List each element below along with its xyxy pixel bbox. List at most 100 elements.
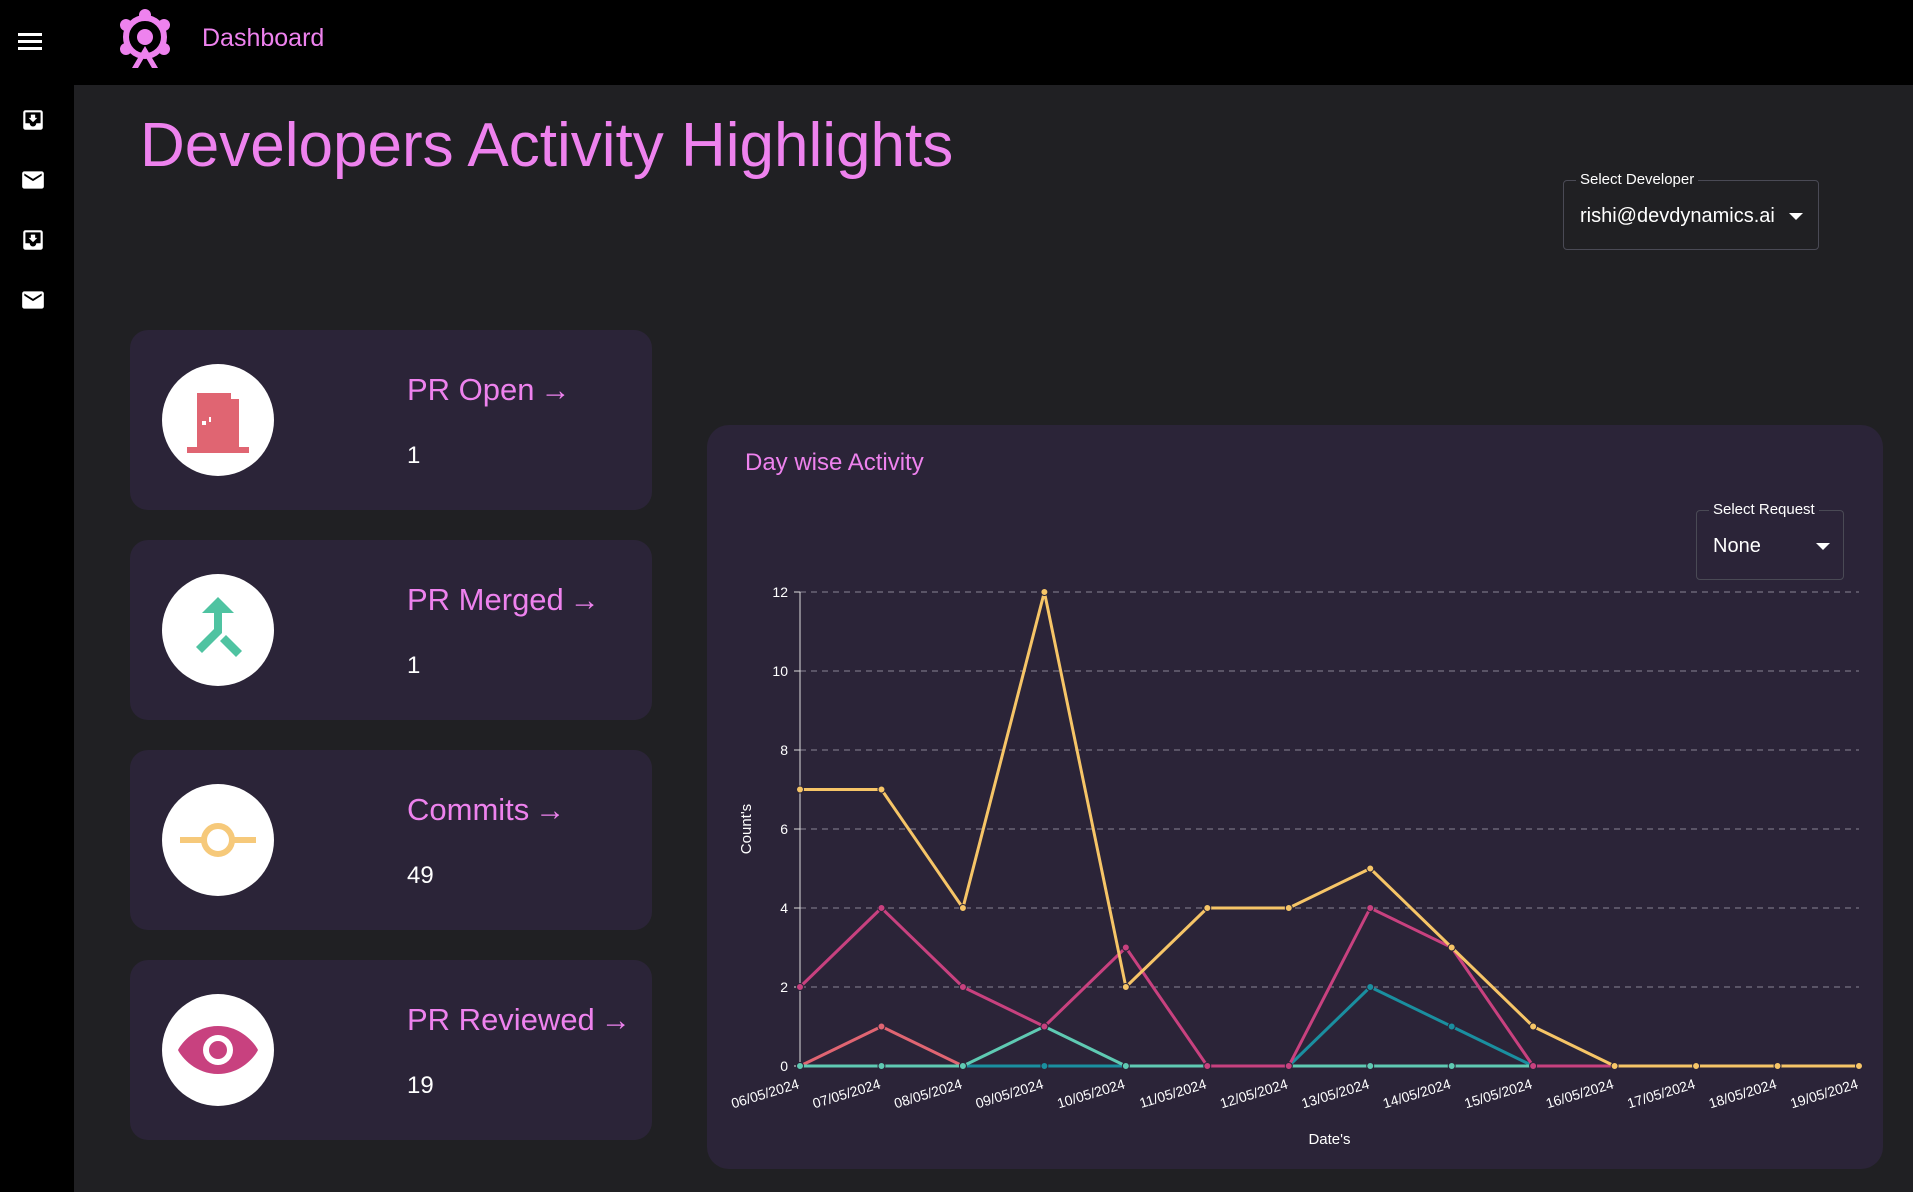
y-tick-label: 8 xyxy=(780,742,788,758)
data-point xyxy=(958,1062,967,1070)
developer-select-value: rishi@devdynamics.ai xyxy=(1580,205,1775,227)
data-point xyxy=(1203,1062,1212,1070)
data-point xyxy=(796,983,804,991)
eye-icon xyxy=(178,1026,258,1074)
series-line xyxy=(800,985,1859,1068)
y-tick-label: 0 xyxy=(780,1058,788,1074)
x-tick-label: 18/05/2024 xyxy=(1707,1076,1779,1112)
developer-select-label: Select Developer xyxy=(1576,171,1699,188)
pr-reviewed-link[interactable]: PR Reviewed → xyxy=(407,1002,631,1038)
data-point xyxy=(796,785,804,794)
data-point xyxy=(1366,864,1375,873)
x-tick-label: 13/05/2024 xyxy=(1299,1076,1371,1112)
top-app-bar: Dashboard xyxy=(0,0,1913,85)
developer-select[interactable]: Select Developer rishi@devdynamics.ai xyxy=(1563,171,1819,250)
series-line xyxy=(799,1025,1859,1068)
data-point xyxy=(1366,983,1375,991)
move-to-inbox-icon[interactable] xyxy=(20,107,46,133)
x-tick-label: 06/05/2024 xyxy=(729,1076,801,1112)
x-axis-label: Date's xyxy=(1308,1131,1350,1148)
data-point xyxy=(1203,904,1212,912)
x-tick-label: 11/05/2024 xyxy=(1137,1076,1208,1112)
y-tick-label: 4 xyxy=(780,900,788,916)
commits-value: 49 xyxy=(407,862,434,889)
data-point xyxy=(796,1062,804,1070)
data-point xyxy=(877,1022,886,1031)
pr-reviewed-card: PR Reviewed → 19 xyxy=(130,960,652,1140)
data-point xyxy=(1284,1062,1293,1070)
line-chart: 0 2 4 6 8 10 12 06/05/2024 07/05/2024 08/05/2024 0… xyxy=(729,584,1863,1148)
sidebar xyxy=(0,85,74,1192)
mail-icon[interactable] xyxy=(20,287,46,313)
y-axis-label: Count's xyxy=(738,804,755,854)
y-tick-label: 12 xyxy=(772,584,788,600)
data-point xyxy=(1121,943,1130,952)
data-point xyxy=(1447,1022,1456,1031)
series-line xyxy=(800,1025,1859,1068)
pr-reviewed-title: PR Reviewed xyxy=(407,1002,595,1037)
pr-reviewed-icon-circle xyxy=(162,994,274,1106)
x-tick-label: 12/05/2024 xyxy=(1218,1076,1290,1112)
data-point xyxy=(1855,1062,1863,1070)
data-point xyxy=(1447,1062,1456,1070)
x-tick-label: 15/05/2024 xyxy=(1462,1076,1534,1112)
data-point xyxy=(1529,1022,1538,1031)
x-tick-label: 08/05/2024 xyxy=(892,1076,964,1112)
data-point xyxy=(1366,1062,1375,1070)
day-wise-activity-panel: Day wise Activity Select Request None 02… xyxy=(707,425,1883,1169)
data-point xyxy=(1773,1062,1782,1070)
pr-open-card: PR Open → 1 xyxy=(130,330,652,510)
data-point xyxy=(1366,904,1375,912)
merge-icon xyxy=(196,597,242,657)
y-tick-label: 6 xyxy=(780,821,788,837)
data-point xyxy=(1121,1062,1130,1070)
page-title: Developers Activity Highlights xyxy=(140,111,954,180)
pr-open-value: 1 xyxy=(407,442,421,469)
data-point xyxy=(1610,1062,1619,1070)
x-tick-label: 10/05/2024 xyxy=(1055,1076,1127,1112)
pr-open-icon-circle xyxy=(162,364,274,476)
data-point xyxy=(1529,1062,1538,1070)
data-point xyxy=(1284,904,1293,912)
door-icon xyxy=(187,393,249,453)
arrow-right-icon: → xyxy=(535,794,566,827)
pr-merged-link[interactable]: PR Merged → xyxy=(407,582,600,618)
pr-merged-icon-circle xyxy=(162,574,274,686)
arrow-right-icon: → xyxy=(569,584,600,617)
data-point xyxy=(958,983,967,991)
chevron-down-icon xyxy=(1789,213,1803,220)
data-point xyxy=(1121,983,1130,991)
commits-icon-circle xyxy=(162,784,274,896)
y-tick-label: 10 xyxy=(772,663,788,679)
menu-icon[interactable] xyxy=(18,30,48,56)
pr-merged-title: PR Merged xyxy=(407,582,564,617)
x-tick-label: 14/05/2024 xyxy=(1381,1076,1453,1112)
data-point xyxy=(1040,1022,1049,1031)
data-point xyxy=(1040,1062,1049,1070)
data-point xyxy=(1040,588,1049,596)
x-tick-label: 17/05/2024 xyxy=(1625,1076,1697,1112)
data-point xyxy=(877,785,886,794)
data-point xyxy=(1692,1062,1701,1070)
move-to-inbox-icon[interactable] xyxy=(20,227,46,253)
commits-link[interactable]: Commits → xyxy=(407,792,565,828)
y-tick-label: 2 xyxy=(780,979,788,995)
data-point xyxy=(877,1062,886,1070)
data-point xyxy=(877,904,886,912)
mail-icon[interactable] xyxy=(20,167,46,193)
pr-open-title: PR Open xyxy=(407,372,535,407)
arrow-right-icon: → xyxy=(600,1004,631,1037)
commits-title: Commits xyxy=(407,792,530,827)
pr-reviewed-value: 19 xyxy=(407,1072,434,1099)
x-tick-label: 16/05/2024 xyxy=(1544,1076,1616,1112)
arrow-right-icon: → xyxy=(540,374,571,407)
x-tick-label: 19/05/2024 xyxy=(1788,1076,1860,1112)
data-point xyxy=(1447,943,1456,952)
pr-open-link[interactable]: PR Open → xyxy=(407,372,571,408)
data-point xyxy=(958,904,967,912)
commits-card: Commits → 49 xyxy=(130,750,652,930)
app-title[interactable]: Dashboard xyxy=(202,24,324,53)
pr-merged-value: 1 xyxy=(407,652,421,679)
pr-merged-card: PR Merged → 1 xyxy=(130,540,652,720)
commit-icon xyxy=(180,823,256,857)
